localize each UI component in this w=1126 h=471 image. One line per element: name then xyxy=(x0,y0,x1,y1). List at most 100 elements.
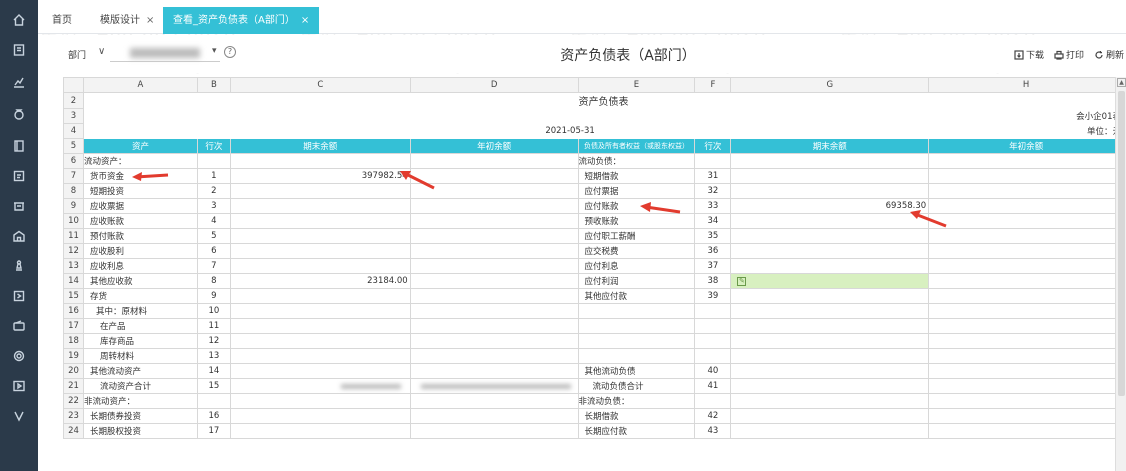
row-number[interactable]: 7 xyxy=(63,168,84,184)
liability-name-cell[interactable] xyxy=(577,348,696,364)
liability-name-cell[interactable] xyxy=(577,333,696,349)
column-header-e[interactable]: E xyxy=(577,77,696,93)
item-name-cell[interactable]: 其他应收款 xyxy=(82,273,198,289)
play-icon[interactable] xyxy=(0,376,38,396)
tab-balance-sheet-view[interactable]: 查看_资产负债表（A部门） × xyxy=(163,7,320,34)
liability-row-number-cell[interactable]: 39 xyxy=(694,288,732,304)
liability-end-balance-cell[interactable] xyxy=(730,408,930,424)
liability-name-cell[interactable]: 长期借款 xyxy=(577,408,696,424)
row-number-cell[interactable]: 10 xyxy=(196,303,231,319)
liability-name-cell[interactable]: 长期应付款 xyxy=(577,423,696,439)
row-number[interactable]: 24 xyxy=(63,423,84,439)
balance-sheet-grid[interactable]: A B C D E F G H 2 资产负债表 3 会小企01表 4 2021-05-31 单位：元 5 资产行… xyxy=(63,77,1124,471)
end-balance-cell[interactable] xyxy=(229,243,411,259)
begin-balance-cell[interactable] xyxy=(409,363,579,379)
money-bag-icon[interactable] xyxy=(0,104,38,124)
item-name-cell[interactable]: 预付账款 xyxy=(82,228,198,244)
item-name-cell[interactable]: 应收票据 xyxy=(82,198,198,214)
item-name-cell[interactable]: 其中：原材料 xyxy=(82,303,198,319)
row-number-cell[interactable]: 17 xyxy=(196,423,231,439)
liability-row-number-cell[interactable]: 41 xyxy=(694,378,732,394)
item-name-cell[interactable]: 非流动资产： xyxy=(82,393,198,409)
chevron-down-icon[interactable]: ∨ xyxy=(98,46,105,57)
liability-end-balance-cell[interactable] xyxy=(730,213,930,229)
end-balance-cell[interactable] xyxy=(229,408,411,424)
end-balance-cell[interactable] xyxy=(229,393,411,409)
liability-name-cell[interactable] xyxy=(577,303,696,319)
v-logo-icon[interactable] xyxy=(0,406,38,426)
item-name-cell[interactable]: 流动资产合计 xyxy=(82,378,198,394)
column-header-f[interactable]: F xyxy=(694,77,732,93)
liability-row-number-cell[interactable]: 31 xyxy=(694,168,732,184)
end-balance-cell[interactable] xyxy=(229,363,411,379)
liability-end-balance-cell[interactable]: 69358.30 xyxy=(730,198,930,214)
begin-balance-cell[interactable] xyxy=(409,183,579,199)
column-header-h[interactable]: H xyxy=(928,77,1124,93)
end-balance-cell[interactable]: 397982.54 xyxy=(229,168,411,184)
liability-end-balance-cell[interactable] xyxy=(730,348,930,364)
vertical-scrollbar[interactable]: ▲ xyxy=(1115,77,1126,471)
end-balance-cell[interactable] xyxy=(229,303,411,319)
row-number[interactable]: 6 xyxy=(63,153,84,169)
row-number[interactable]: 12 xyxy=(63,243,84,259)
liability-name-cell[interactable]: 应付账款 xyxy=(577,198,696,214)
row-number[interactable]: 10 xyxy=(63,213,84,229)
home-icon[interactable] xyxy=(0,10,38,30)
begin-balance-cell[interactable] xyxy=(409,153,579,169)
begin-balance-cell[interactable] xyxy=(409,423,579,439)
settings-icon[interactable] xyxy=(0,346,38,366)
liability-row-number-cell[interactable]: 35 xyxy=(694,228,732,244)
row-number-cell[interactable]: 1 xyxy=(196,168,231,184)
select-all-corner[interactable] xyxy=(63,77,84,93)
liability-row-number-cell[interactable]: 37 xyxy=(694,258,732,274)
liability-end-balance-cell[interactable] xyxy=(730,333,930,349)
liability-begin-balance-cell[interactable] xyxy=(928,393,1124,409)
row-number[interactable]: 2 xyxy=(63,92,84,109)
liability-end-balance-cell[interactable] xyxy=(730,393,930,409)
liability-end-balance-cell[interactable] xyxy=(730,288,930,304)
column-header-c[interactable]: C xyxy=(229,77,411,93)
report-date[interactable]: 2021-05-31 xyxy=(82,123,929,139)
warehouse-icon[interactable] xyxy=(0,226,38,246)
item-name-cell[interactable]: 存货 xyxy=(82,288,198,304)
begin-balance-cell[interactable] xyxy=(409,228,579,244)
liability-name-cell[interactable]: 应付票据 xyxy=(577,183,696,199)
row-number[interactable]: 3 xyxy=(63,108,84,124)
tab-home[interactable]: 首页 xyxy=(52,7,72,34)
item-name-cell[interactable]: 周转材料 xyxy=(82,348,198,364)
begin-balance-cell[interactable] xyxy=(409,243,579,259)
liability-row-number-cell[interactable] xyxy=(694,333,732,349)
begin-balance-cell[interactable] xyxy=(409,258,579,274)
row-number-cell[interactable]: 14 xyxy=(196,363,231,379)
row-number[interactable]: 22 xyxy=(63,393,84,409)
liability-name-cell[interactable]: 其他应付款 xyxy=(577,288,696,304)
liability-begin-balance-cell[interactable] xyxy=(928,273,1124,289)
tab-template-design[interactable]: 模版设计 × xyxy=(100,7,154,34)
liability-end-balance-cell[interactable]: ✎ xyxy=(730,273,930,289)
row-number-cell[interactable]: 13 xyxy=(196,348,231,364)
begin-balance-cell[interactable] xyxy=(409,348,579,364)
scroll-up-icon[interactable]: ▲ xyxy=(1117,78,1126,87)
liability-end-balance-cell[interactable] xyxy=(730,243,930,259)
row-number-cell[interactable]: 11 xyxy=(196,318,231,334)
close-icon[interactable]: × xyxy=(301,15,309,26)
liability-begin-balance-cell[interactable] xyxy=(928,348,1124,364)
liability-begin-balance-cell[interactable] xyxy=(928,258,1124,274)
header-end-balance[interactable]: 期末余额 xyxy=(229,138,411,154)
liability-name-cell[interactable]: 预收账款 xyxy=(577,213,696,229)
begin-balance-cell[interactable] xyxy=(409,273,579,289)
liability-row-number-cell[interactable]: 40 xyxy=(694,363,732,379)
column-header-g[interactable]: G xyxy=(730,77,930,93)
end-balance-cell[interactable] xyxy=(229,213,411,229)
liability-begin-balance-cell[interactable] xyxy=(928,408,1124,424)
row-number[interactable]: 19 xyxy=(63,348,84,364)
row-number-cell[interactable]: 2 xyxy=(196,183,231,199)
begin-balance-cell[interactable] xyxy=(409,393,579,409)
header-end-balance2[interactable]: 期末余额 xyxy=(730,138,930,154)
item-name-cell[interactable]: 应收账款 xyxy=(82,213,198,229)
item-name-cell[interactable]: 长期债券投资 xyxy=(82,408,198,424)
liability-name-cell[interactable]: 流动负债： xyxy=(577,153,696,169)
liability-row-number-cell[interactable] xyxy=(694,393,732,409)
liability-begin-balance-cell[interactable] xyxy=(928,228,1124,244)
row-number-cell[interactable]: 4 xyxy=(196,213,231,229)
